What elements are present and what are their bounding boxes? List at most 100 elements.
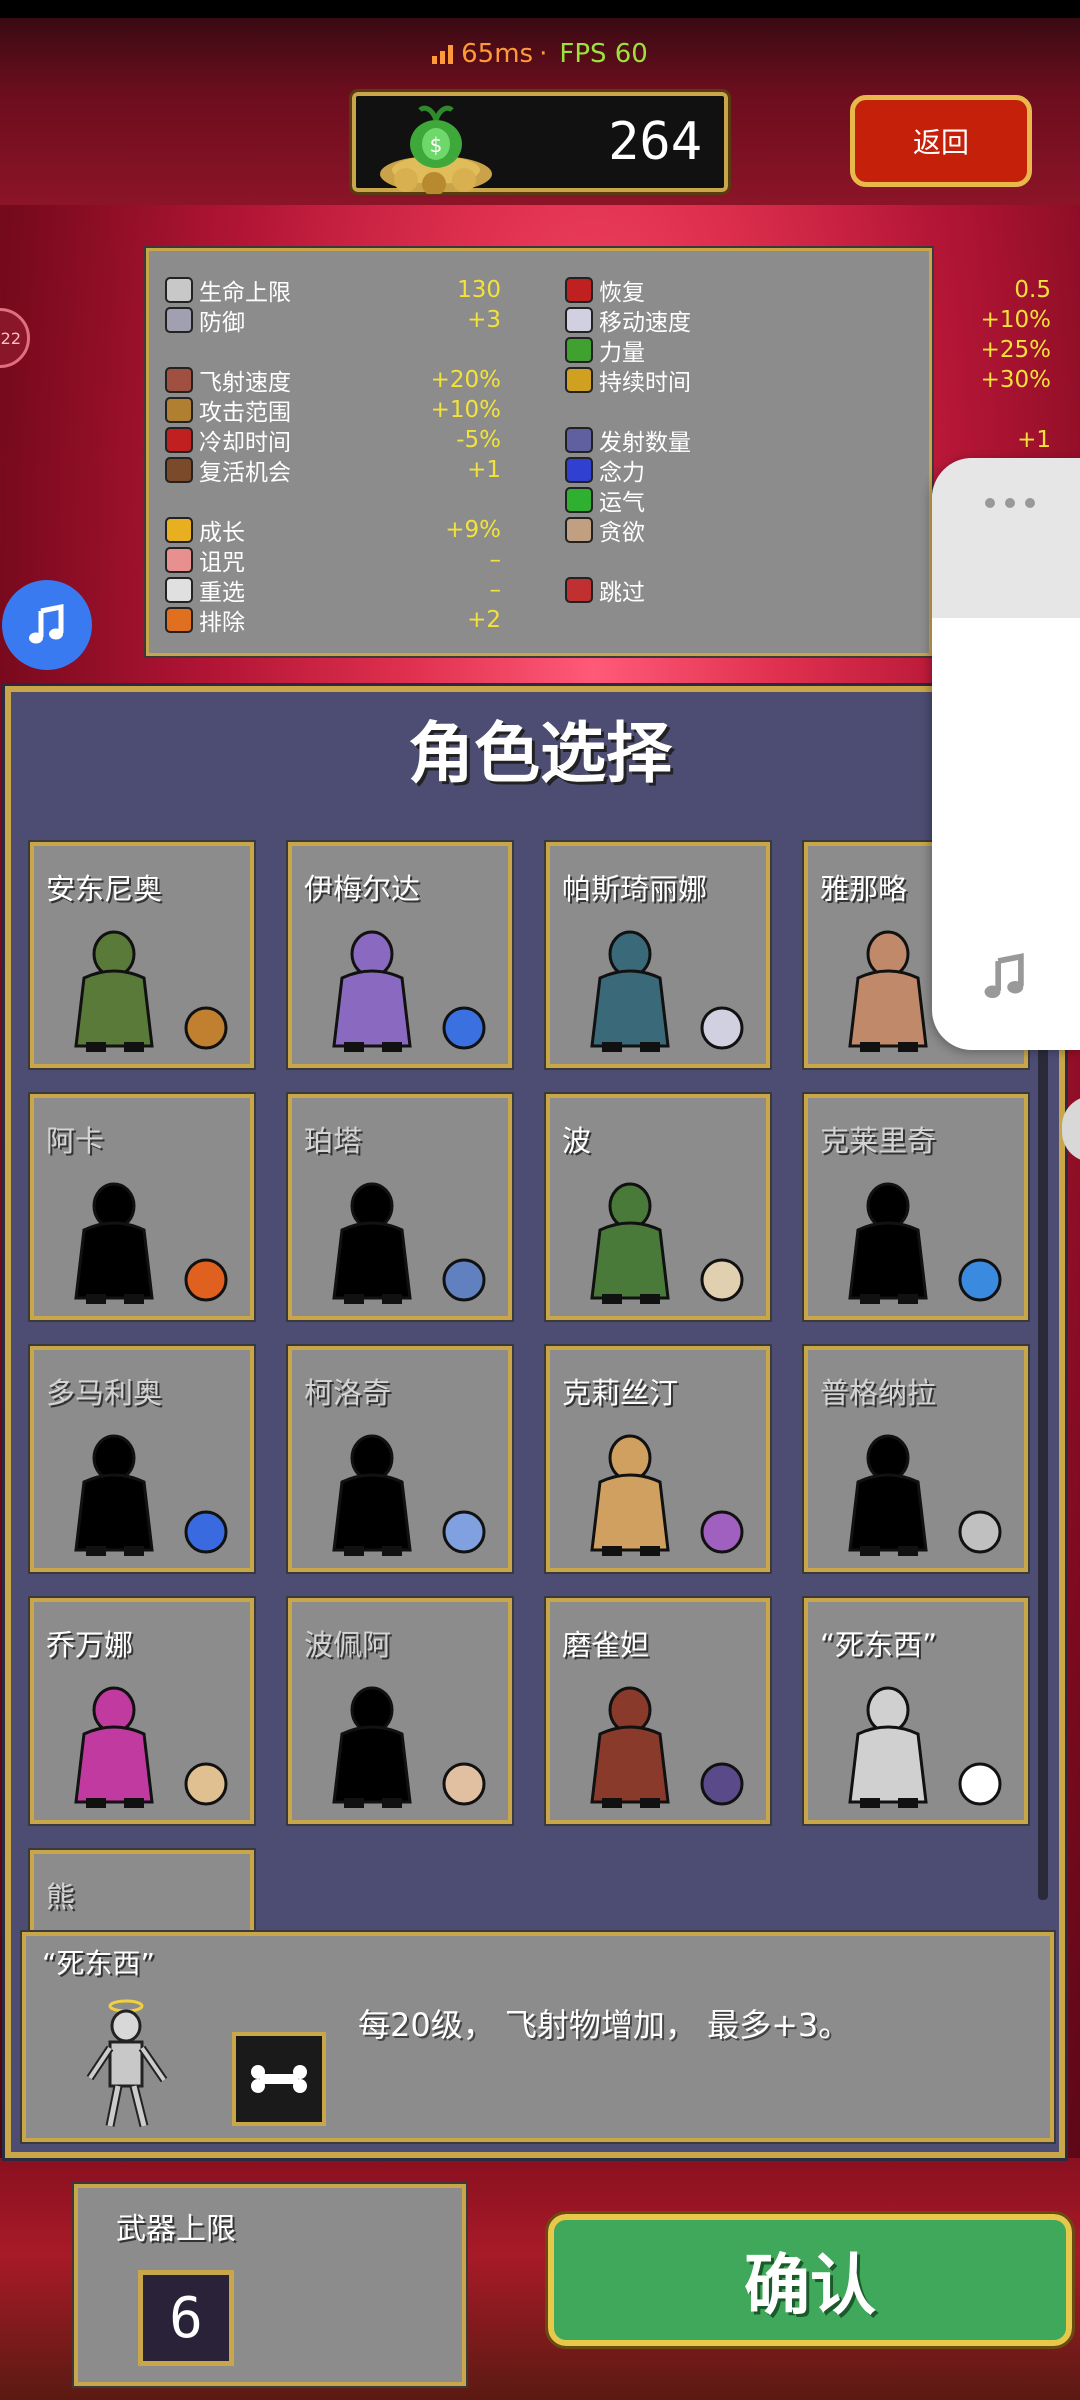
stat-value: +1 [1017,427,1051,453]
svg-text:$: $ [430,133,443,157]
side-float-badge[interactable]: 22 [0,308,30,368]
character-card[interactable]: 柯洛奇 [286,1344,514,1574]
stat-row: 攻击范围 +10% [165,395,501,426]
character-name: 珀塔 [304,1124,363,1158]
character-card[interactable]: 多马利奥 [28,1344,256,1574]
spinach-icon [565,337,593,363]
character-card[interactable]: 波 [544,1092,772,1322]
stat-label: 恢复 [599,280,645,306]
music-note-icon[interactable] [980,952,1030,1002]
selected-weapon-slot [232,2032,326,2126]
armor-icon [165,307,193,333]
skull-icon [165,547,193,573]
character-card[interactable]: 乔万娜 [28,1596,256,1826]
character-card[interactable]: 克莉丝汀 [544,1344,772,1574]
stat-value: +10% [980,307,1051,333]
weapon-limit-label: 武器上限 [116,2212,236,2247]
stat-value: +1 [467,457,501,483]
stat-row: 移动速度 +10% [565,305,1051,336]
floating-side-panel[interactable] [932,458,1080,1050]
back-button[interactable]: 返回 [850,95,1032,187]
spellbinder-icon [565,367,593,393]
selected-name: “死东西” [42,1947,156,1980]
stat-value: -5% [456,427,501,453]
weapon-limit-box: 武器上限 6 [72,2182,468,2388]
stat-label: 念力 [599,460,645,486]
stat-label: 移动速度 [599,310,691,336]
character-name: 伊梅尔达 [304,872,421,906]
stat-label: 攻击范围 [199,400,291,426]
stat-label: 防御 [199,310,245,336]
character-card[interactable]: 磨雀妲 [544,1596,772,1826]
stat-value: 130 [457,277,501,303]
character-name: 熊 [46,1880,76,1914]
selected-character-sprite [86,1999,168,2128]
stat-value: +20% [430,367,501,393]
bracer-icon [165,367,193,393]
character-card[interactable]: “死东西” [802,1596,1030,1826]
character-card[interactable]: 珀塔 [286,1092,514,1322]
character-name: 帕斯琦丽娜 [562,872,708,906]
stat-label: 运气 [599,490,645,516]
character-name: 安东尼奥 [46,872,163,906]
character-card[interactable]: 伊梅尔达 [286,840,514,1070]
stat-row: 恢复 0.5 [565,275,1051,306]
wings-icon [565,307,593,333]
skip-icon [565,577,593,603]
character-card[interactable]: 帕斯琦丽娜 [544,840,772,1070]
stat-row: 生命上限 130 [165,275,501,306]
crown-icon [165,517,193,543]
character-name: 阿卡 [46,1124,105,1158]
music-button[interactable] [2,580,92,670]
coin-counter: $ 264 [349,89,731,195]
character-name: 克莉丝汀 [562,1376,679,1410]
tome-icon [165,427,193,453]
selected-character-detail: “死东西” 每20级， 飞射物增加， 最多+3。 [20,1930,1056,2144]
character-card[interactable]: 波佩阿 [286,1596,514,1826]
character-grid: 安东尼奥 伊梅尔达 帕斯琦丽娜 雅那略阿卡 珀塔 波 克莱里奇多马利奥 柯洛奇 克莉丝汀 普格纳拉… [22,836,1030,1930]
stat-row: 飞射速度 +20% [165,365,501,396]
stat-value: +30% [980,367,1051,393]
clover-icon [565,487,593,513]
stat-value: +25% [980,337,1051,363]
character-card[interactable]: 阿卡 [28,1092,256,1322]
character-card[interactable]: 熊 [28,1848,256,1930]
stat-row: 成长 +9% [165,515,501,546]
weapon-limit-value: 6 [138,2270,234,2366]
stat-value: +2 [467,607,501,633]
stat-label: 诅咒 [199,550,245,576]
stat-label: 飞射速度 [199,370,291,396]
character-name: 波 [562,1124,592,1158]
stat-row: 持续时间 +30% [565,365,1051,396]
character-name: 柯洛奇 [304,1376,392,1410]
heart-icon [165,277,193,303]
music-note-icon [29,603,64,644]
stat-label: 复活机会 [199,460,291,486]
character-card[interactable]: 普格纳拉 [802,1344,1030,1574]
stat-label: 贪欲 [599,520,645,546]
duplicator-icon [565,427,593,453]
stone-mask-icon [565,517,593,543]
tiragisu-icon [165,457,193,483]
stat-label: 生命上限 [199,280,291,306]
confirm-button[interactable]: 确认 [545,2211,1075,2349]
character-card[interactable]: 克莱里奇 [802,1092,1030,1322]
character-name: 雅那略 [820,872,908,906]
stat-row: 重选 – [165,575,502,606]
character-name: 普格纳拉 [820,1376,937,1410]
stat-value: 0.5 [1014,277,1051,303]
character-card[interactable]: 安东尼奥 [28,840,256,1070]
stat-label: 持续时间 [599,370,691,396]
more-options-icon[interactable] [932,458,1080,618]
banish-icon [165,607,193,633]
attractorb-icon [565,457,593,483]
grid-scrollbar[interactable] [1038,1000,1048,1900]
character-name: “死东西” [820,1628,938,1662]
stat-value: – [489,547,502,573]
character-name: 乔万娜 [46,1628,134,1662]
stat-value: – [489,577,502,603]
stat-row: 诅咒 – [165,545,502,576]
status-separator: · [539,39,548,69]
stat-value: +3 [467,307,501,333]
signal-icon [432,44,454,64]
